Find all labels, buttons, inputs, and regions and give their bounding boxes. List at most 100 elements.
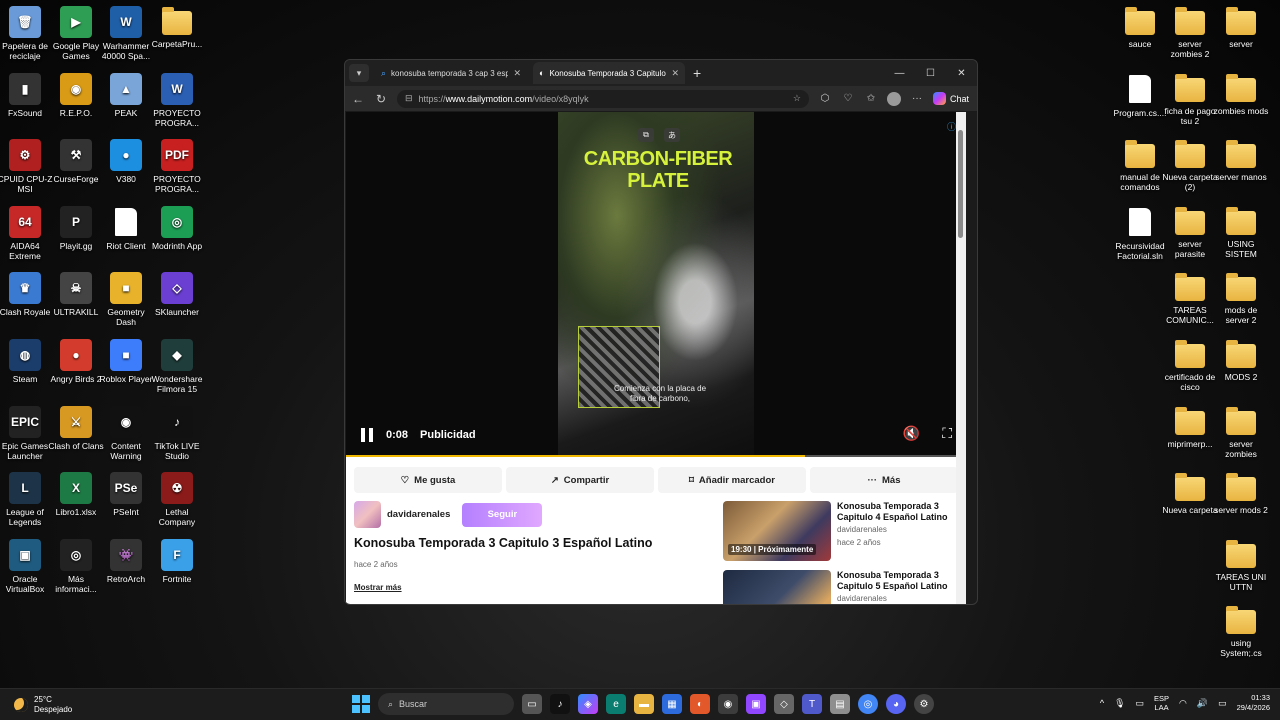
settings-icon[interactable]: ⚙ [914, 694, 934, 714]
edge-icon[interactable]: e [606, 694, 626, 714]
desktop-icon[interactable]: certificado de cisco [1162, 339, 1218, 392]
app-orange-icon[interactable]: ◐ [690, 694, 710, 714]
chrome-icon[interactable]: ◎ [858, 694, 878, 714]
desktop-icon[interactable]: ▮ FxSound [0, 72, 53, 118]
desktop-icon[interactable]: 64 AIDA64 Extreme [0, 205, 53, 261]
fullscreen-icon[interactable]: ⛶ [942, 425, 952, 442]
follow-button[interactable]: Seguir [462, 502, 543, 527]
desktop-icon[interactable]: Nueva carpeta [1162, 472, 1218, 515]
desktop-icon[interactable]: ◆ Wondershare Filmora 15 [149, 339, 205, 394]
desktop-icon[interactable]: ♪ TikTok LIVE Studio [149, 405, 205, 461]
microphone-icon[interactable]: 🎙 [1114, 698, 1125, 709]
desktop-icon[interactable]: ● V380 [98, 139, 154, 184]
discord-icon[interactable]: ◕ [886, 694, 906, 714]
channel-name[interactable]: davidarenales [387, 509, 450, 520]
like-button[interactable]: ♡ Me gusta [354, 467, 502, 493]
page-scrollbar[interactable] [956, 112, 966, 604]
close-icon[interactable]: ✕ [671, 68, 679, 79]
refresh-button[interactable]: ↻ [374, 92, 388, 106]
desktop-icon[interactable]: Nueva carpeta (2) [1162, 139, 1218, 192]
desktop-icon[interactable]: Recursividad Factorial.sln [1112, 206, 1168, 261]
desktop-icon[interactable]: ◉ R.E.P.O. [48, 72, 104, 118]
star-icon[interactable]: ☆ [793, 93, 801, 104]
desktop-icon[interactable]: Program.cs.... [1112, 73, 1168, 118]
profile-avatar[interactable] [887, 91, 901, 106]
tab-search[interactable]: ⌕ konosuba temporada 3 cap 3 espa ✕ [375, 62, 527, 84]
pip-icon[interactable]: ⧉ [638, 128, 654, 142]
desktop-icon[interactable]: X Libro1.xlsx [48, 472, 104, 517]
desktop-icon[interactable]: PSe PSeInt [98, 472, 154, 517]
related-title[interactable]: Konosuba Temporada 3 Capitulo 5 Español … [837, 570, 957, 592]
related-video[interactable]: 19:30 | Próximamente Konosuba Temporada … [723, 501, 957, 561]
desktop-icon[interactable]: ⚔ Clash of Clans [48, 405, 104, 451]
extensions-icon[interactable]: ⬡ [818, 93, 832, 104]
desktop-icon[interactable]: 👾 RetroArch [98, 538, 154, 584]
clock[interactable]: 01:33 29/4/2026 [1237, 693, 1270, 713]
desktop-icon[interactable]: 🗑 Papelera de reciclaje [0, 6, 53, 61]
video-player[interactable]: ⧉ あ CARBON-FIBER PLATE Comienza con la p… [346, 112, 966, 457]
desktop-icon[interactable]: L League of Legends [0, 472, 53, 527]
language-indicator[interactable]: ESP LAA [1154, 694, 1169, 712]
bookmark-button[interactable]: ⌑ Añadir marcador [658, 467, 806, 493]
url-field[interactable]: ⊟ https://www.dailymotion.com/video/x8yq… [397, 89, 809, 108]
desktop-icon[interactable]: ■ Geometry Dash [98, 272, 154, 327]
battery-icon[interactable]: ▭ [1218, 698, 1227, 709]
twitch-icon[interactable]: ▣ [746, 694, 766, 714]
desktop-icon[interactable]: using System;.cs [1213, 605, 1269, 658]
desktop-icon[interactable]: ficha de pago tsu 2 [1162, 73, 1218, 126]
desktop-icon[interactable]: ◎ Más informaci... [48, 538, 104, 594]
desktop-icon[interactable]: server zombies 2 [1162, 6, 1218, 59]
obs-icon[interactable]: ◉ [718, 694, 738, 714]
close-icon[interactable]: ✕ [513, 68, 521, 79]
chevron-up-icon[interactable]: ^ [1100, 698, 1104, 708]
desktop-icon[interactable]: EPIC Epic Games Launcher [0, 405, 53, 461]
progress-bar[interactable] [346, 455, 966, 457]
desktop-icon[interactable]: server mods 2 [1213, 472, 1269, 515]
weather-widget[interactable]: 25°C Despejado [14, 695, 72, 715]
desktop-icon[interactable]: P Playit.gg [48, 205, 104, 251]
copilot-icon[interactable]: ◈ [578, 694, 598, 714]
info-icon[interactable]: ⓘ [947, 120, 956, 133]
desktop-icon[interactable]: server manos [1213, 139, 1269, 182]
desktop-icon[interactable]: USING SISTEM [1213, 206, 1269, 259]
desktop-icon[interactable]: ◎ Modrinth App [149, 205, 205, 251]
desktop-icon[interactable]: W Warhammer 40000 Spa... [98, 6, 154, 61]
volume-icon[interactable]: 🔊 [1197, 698, 1208, 709]
desktop-icon[interactable]: server parasite [1162, 206, 1218, 259]
desktop-icon[interactable]: manual de comandos [1112, 139, 1168, 192]
app-grey-icon[interactable]: ◇ [774, 694, 794, 714]
channel-avatar[interactable] [354, 501, 381, 528]
network-icon[interactable]: ▭ [1136, 698, 1145, 709]
copilot-chat-button[interactable]: Chat [933, 92, 969, 105]
show-more-link[interactable]: Mostrar más [354, 583, 402, 592]
favorites-icon[interactable]: ✩ [864, 93, 878, 104]
desktop-icon[interactable]: ▣ Oracle VirtualBox [0, 538, 53, 594]
translate-icon[interactable]: あ [664, 128, 680, 142]
maximize-button[interactable]: ☐ [915, 60, 946, 86]
tiktok-icon[interactable]: ♪ [550, 694, 570, 714]
desktop-icon[interactable]: ◍ Steam [0, 339, 53, 384]
desktop-icon[interactable]: ▶ Google Play Games [48, 6, 104, 61]
desktop-icon[interactable]: ⚙ CPUID CPU-Z MSI [0, 139, 53, 194]
desktop-icon[interactable]: server [1213, 6, 1269, 49]
task-view-icon[interactable]: ▭ [522, 694, 542, 714]
desktop-icon[interactable]: ▲ PEAK [98, 72, 154, 118]
file-explorer-icon[interactable]: ▬ [634, 694, 654, 714]
share-button[interactable]: ↗ Compartir [506, 467, 654, 493]
taskbar-search[interactable]: ⌕ Buscar [378, 693, 514, 715]
desktop-icon[interactable]: Riot Client [98, 206, 154, 251]
desktop-icon[interactable]: TAREAS COMUNIC... [1162, 272, 1218, 325]
start-button[interactable] [352, 695, 370, 713]
app-light-icon[interactable]: ▤ [830, 694, 850, 714]
desktop-icon[interactable]: ⚒ CurseForge [48, 139, 104, 184]
related-video[interactable]: Konosuba Temporada 3 Capitulo 5 Español … [723, 570, 957, 604]
more-button[interactable]: ··· Más [810, 467, 958, 493]
desktop-icon[interactable]: ◉ Content Warning [98, 405, 154, 461]
desktop-icon[interactable]: sauce [1112, 6, 1168, 49]
desktop-icon[interactable]: server zombies [1213, 406, 1269, 459]
desktop-icon[interactable]: ◇ SKlauncher [149, 272, 205, 317]
desktop-icon[interactable]: mods de server 2 [1213, 272, 1269, 325]
wifi-icon[interactable]: ◠ [1179, 698, 1187, 709]
desktop-icon[interactable]: W PROYECTO PROGRA... [149, 72, 205, 128]
site-info-icon[interactable]: ⊟ [405, 93, 413, 104]
